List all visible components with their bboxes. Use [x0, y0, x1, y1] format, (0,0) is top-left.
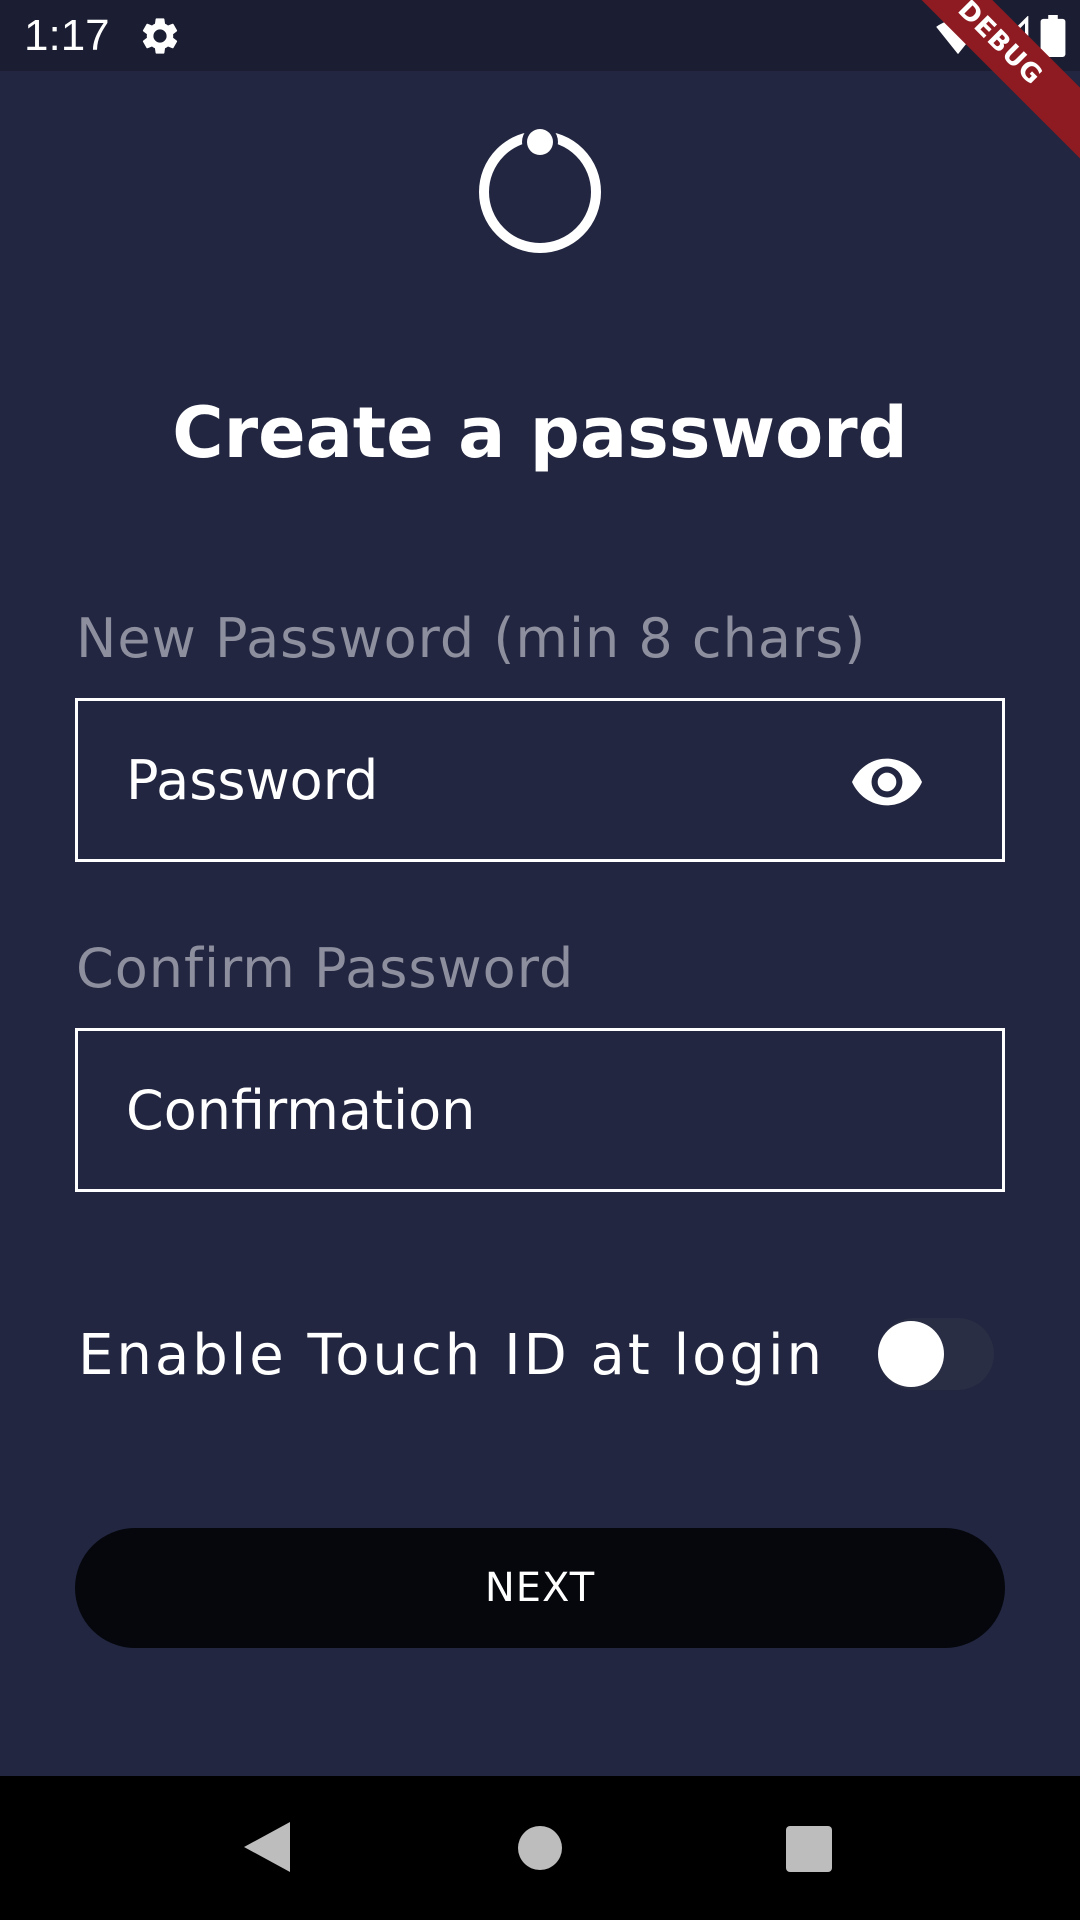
power-ring-logo [479, 124, 601, 253]
confirm-password-label: Confirm Password [76, 937, 575, 1000]
recents-square-icon[interactable] [786, 1826, 832, 1872]
next-button[interactable]: NEXT [75, 1528, 1005, 1648]
create-password-screen: 1:17 DEBUG Create a password New Passwor… [0, 0, 1080, 1920]
status-bar: 1:17 [0, 0, 1080, 71]
new-password-label: New Password (min 8 chars) [76, 607, 867, 670]
touch-id-label: Enable Touch ID at login [78, 1323, 826, 1388]
confirm-password-placeholder: Confirmation [126, 1079, 476, 1142]
home-circle-icon[interactable] [518, 1826, 562, 1870]
new-password-placeholder: Password [126, 749, 379, 812]
confirm-password-field[interactable]: Confirmation [75, 1028, 1005, 1192]
status-time: 1:17 [24, 11, 110, 60]
eye-icon[interactable] [852, 755, 922, 809]
gear-icon [142, 18, 178, 54]
page-title: Create a password [172, 392, 908, 474]
new-password-field[interactable]: Password [75, 698, 1005, 862]
back-triangle-icon[interactable] [244, 1822, 290, 1872]
touch-id-toggle-thumb[interactable] [878, 1321, 944, 1387]
navigation-bar [0, 1776, 1080, 1920]
